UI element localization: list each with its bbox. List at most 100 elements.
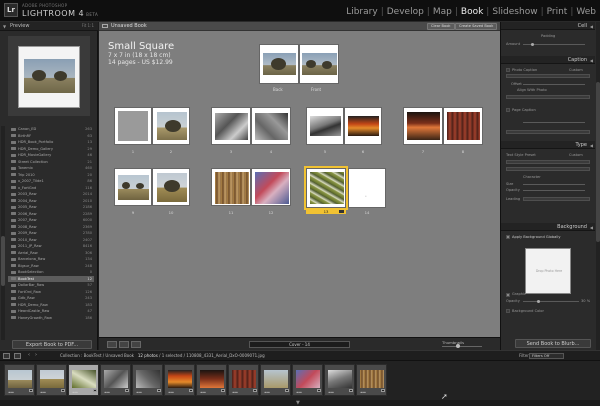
- cover-front-page[interactable]: [299, 44, 339, 84]
- module-map[interactable]: Map: [431, 7, 454, 17]
- rating-dots[interactable]: •••: [104, 390, 110, 395]
- rating-dots[interactable]: •••: [232, 390, 238, 395]
- page-6[interactable]: [344, 107, 382, 145]
- offset-slider[interactable]: [523, 84, 585, 85]
- photo-caption-checkbox[interactable]: [506, 68, 510, 72]
- scrollbar-thumb[interactable]: [596, 82, 600, 242]
- opacity-slider[interactable]: [523, 190, 585, 191]
- filmstrip-thumbnail[interactable]: •••: [100, 364, 131, 396]
- page-caption-checkbox[interactable]: [506, 108, 510, 112]
- font-style-selector[interactable]: [506, 167, 590, 171]
- alignment-buttons[interactable]: [523, 197, 590, 201]
- rating-dots[interactable]: •••: [8, 390, 14, 395]
- rating-dots[interactable]: •••: [360, 390, 366, 395]
- text-style-value[interactable]: Custom: [569, 153, 583, 157]
- bg-opacity-slider[interactable]: [523, 301, 579, 302]
- page-8[interactable]: [443, 107, 483, 145]
- caption-mode[interactable]: Custom: [569, 68, 583, 72]
- page-5[interactable]: [306, 107, 344, 145]
- bg-color-checkbox[interactable]: [506, 309, 510, 313]
- filmstrip-thumbnail[interactable]: •••: [260, 364, 291, 396]
- background-photo-well[interactable]: Drop Photo Here: [525, 248, 571, 294]
- slider-knob[interactable]: [537, 300, 540, 303]
- export-book-to-pdf-button[interactable]: Export Book to PDF...: [12, 340, 92, 349]
- single-page-view-button[interactable]: [131, 341, 141, 348]
- rating-dots[interactable]: •••: [296, 390, 302, 395]
- filmstrip-thumbnail[interactable]: •••: [4, 364, 35, 396]
- rating-dots[interactable]: •••: [264, 390, 270, 395]
- forward-arrow-icon[interactable]: ›: [35, 352, 37, 358]
- preview-panel-header[interactable]: ▼ Preview Fit 1:1: [0, 22, 98, 31]
- module-develop[interactable]: Develop: [385, 7, 426, 17]
- font-selector[interactable]: [506, 160, 590, 164]
- preview-zoom-options[interactable]: Fit 1:1: [82, 23, 94, 28]
- apply-bg-checkbox[interactable]: [506, 235, 510, 239]
- clear-book-button[interactable]: Clear Book: [427, 23, 455, 30]
- collapse-triangle-icon[interactable]: ◀: [590, 143, 593, 148]
- filmstrip-thumbnail[interactable]: •••: [292, 364, 323, 396]
- module-book[interactable]: Book: [459, 7, 485, 17]
- module-print[interactable]: Print: [545, 7, 570, 17]
- right-panel-scrollbar[interactable]: [596, 22, 600, 350]
- rating-dots[interactable]: •••: [72, 390, 78, 395]
- grid-view-icon[interactable]: [14, 353, 21, 359]
- filter-dropdown[interactable]: Filters Off: [529, 353, 564, 359]
- collapse-triangle-icon[interactable]: ◀: [590, 58, 593, 63]
- filmstrip-thumbnail[interactable]: •••: [356, 364, 387, 396]
- collapse-triangle-icon[interactable]: ▼: [3, 24, 6, 29]
- page-1[interactable]: [114, 107, 152, 145]
- filmstrip-thumbnail[interactable]: •••: [132, 364, 163, 396]
- page-2[interactable]: [152, 107, 190, 145]
- send-book-to-blurb-button[interactable]: Send Book to Blurb...: [515, 339, 591, 348]
- page-13-selected[interactable]: [304, 166, 348, 210]
- rating-dots[interactable]: •••: [328, 390, 334, 395]
- page-11[interactable]: [211, 168, 251, 206]
- caption-panel-header[interactable]: Caption ◀: [501, 56, 595, 64]
- page-3[interactable]: [211, 107, 251, 145]
- page-menu-icon[interactable]: [339, 210, 344, 213]
- cover-back-page[interactable]: [259, 44, 299, 84]
- multi-page-view-button[interactable]: [107, 341, 117, 348]
- filmstrip-thumbnail[interactable]: •••: [324, 364, 355, 396]
- type-panel-header[interactable]: Type ◀: [501, 141, 595, 149]
- rating-dots[interactable]: •••: [168, 390, 174, 395]
- thumbnail-size-slider[interactable]: [442, 346, 482, 347]
- size-slider[interactable]: [523, 184, 585, 185]
- filmstrip-thumbnail[interactable]: •••: [196, 364, 227, 396]
- rating-dots[interactable]: •••: [200, 390, 206, 395]
- folders-scrollbar[interactable]: [1, 126, 5, 340]
- bottom-panel-toggle-icon[interactable]: ▼: [296, 400, 300, 406]
- create-saved-book-button[interactable]: Create Saved Book: [455, 23, 498, 30]
- cell-panel-header[interactable]: Cell ◀: [501, 22, 595, 30]
- page-12[interactable]: [251, 168, 291, 206]
- caption-align-buttons[interactable]: [506, 95, 590, 99]
- page-10[interactable]: [152, 168, 190, 206]
- collapse-triangle-icon[interactable]: ◀: [590, 24, 593, 29]
- scrollbar-thumb[interactable]: [1, 236, 5, 286]
- page-caption-offset-slider[interactable]: [523, 122, 585, 123]
- slider-knob[interactable]: [531, 43, 534, 46]
- page-7[interactable]: [403, 107, 443, 145]
- module-library[interactable]: Library: [344, 7, 379, 17]
- rating-dots[interactable]: •••: [136, 390, 142, 395]
- module-web[interactable]: Web: [574, 7, 598, 17]
- folder-item[interactable]: HoneyGrowth_Raw 186: [8, 315, 94, 322]
- secondary-window-icon[interactable]: [3, 353, 10, 359]
- filmstrip-thumbnail[interactable]: •••: [68, 364, 99, 396]
- filmstrip-thumbnail[interactable]: •••: [36, 364, 67, 396]
- collapse-triangle-icon[interactable]: ◀: [590, 225, 593, 230]
- filmstrip-source-path[interactable]: Collection : BookTest / Unsaved Book 12 …: [60, 353, 265, 358]
- page-caption-buttons[interactable]: [506, 130, 590, 134]
- filmstrip-thumbnail[interactable]: •••: [228, 364, 259, 396]
- back-arrow-icon[interactable]: ‹: [28, 352, 30, 358]
- spread-view-button[interactable]: [119, 341, 129, 348]
- page-14[interactable]: •: [348, 168, 386, 208]
- graphic-checkbox[interactable]: [506, 293, 510, 297]
- page-9[interactable]: [114, 168, 152, 206]
- filmstrip-thumbnail[interactable]: •••: [164, 364, 195, 396]
- background-panel-header[interactable]: Background ◀: [501, 223, 595, 231]
- photo-caption-field[interactable]: [506, 74, 590, 78]
- rating-dots[interactable]: •••: [40, 390, 46, 395]
- page-4[interactable]: [251, 107, 291, 145]
- page-indicator[interactable]: Cover - 14: [249, 341, 350, 348]
